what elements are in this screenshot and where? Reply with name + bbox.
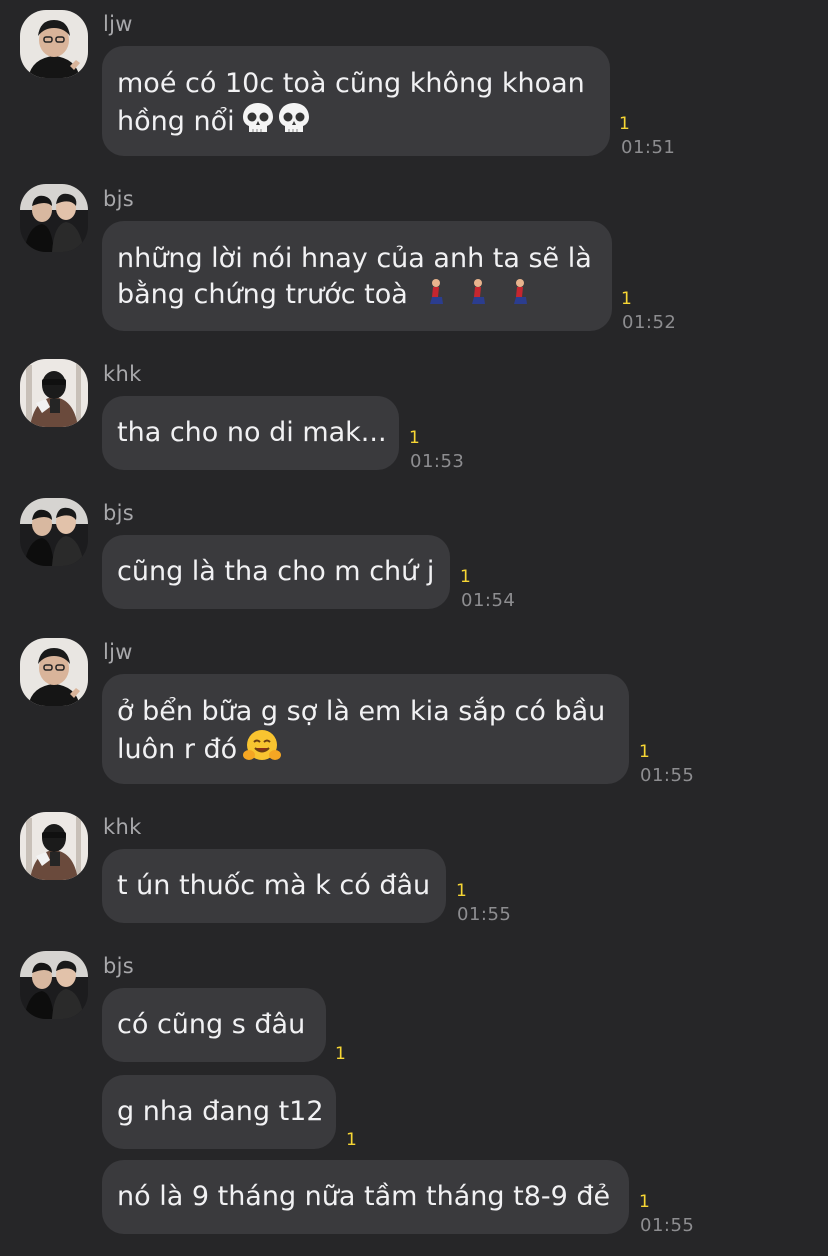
sender-name: bjs xyxy=(103,187,135,211)
chat-thread: ljw moé có 10c toà cũng không khoan hồng… xyxy=(0,0,828,1256)
sender-name: bjs xyxy=(103,954,135,978)
sender-name: khk xyxy=(103,815,142,839)
hugging-face-emoji-icon xyxy=(243,729,282,772)
message-bubble[interactable]: có cũng s đâu xyxy=(102,988,326,1062)
message-bubble[interactable]: t ún thuốc mà k có đâu xyxy=(102,849,446,923)
unread-count: 1 xyxy=(346,1130,357,1150)
message-text-line: cũng là tha cho m chứ j xyxy=(117,556,435,587)
message-bubble[interactable]: cũng là tha cho m chứ j xyxy=(102,535,450,609)
avatar-ljw[interactable] xyxy=(20,10,88,78)
message-bubble[interactable]: nó là 9 tháng nữa tầm tháng t8-9 đẻ xyxy=(102,1160,629,1234)
unread-count: 1 xyxy=(639,742,650,762)
avatar-bjs[interactable] xyxy=(20,184,88,252)
message-text-line: có cũng s đâu xyxy=(117,1009,306,1040)
message-text-line: moé có 10c toà cũng không khoan xyxy=(117,68,585,99)
unread-count: 1 xyxy=(460,567,471,587)
unread-count: 1 xyxy=(621,289,632,309)
message-time: 01:53 xyxy=(410,451,465,472)
message-time: 01:55 xyxy=(640,1215,695,1236)
kneeling-person-emoji-icon xyxy=(414,276,534,315)
message-bubble[interactable]: ở bển bữa g sợ là em kia sắp có bầu luôn… xyxy=(102,674,629,784)
message-time: 01:54 xyxy=(461,590,516,611)
unread-count: 1 xyxy=(619,114,630,134)
message-time: 01:52 xyxy=(622,312,677,333)
message-bubble[interactable]: moé có 10c toà cũng không khoan hồng nổi xyxy=(102,46,610,156)
message-bubble[interactable]: tha cho no di mak... xyxy=(102,396,399,470)
message-text-line: luôn r đó xyxy=(117,729,629,772)
message-bubble[interactable]: những lời nói hnay của anh ta sẽ là bằng… xyxy=(102,221,612,331)
sender-name: ljw xyxy=(103,640,133,664)
message-text-line: bằng chứng trước toà xyxy=(117,276,612,315)
message-text-line: nó là 9 tháng nữa tầm tháng t8-9 đẻ xyxy=(117,1181,611,1212)
avatar-bjs[interactable] xyxy=(20,498,88,566)
sender-name: khk xyxy=(103,362,142,386)
message-text-line: tha cho no di mak... xyxy=(117,417,387,448)
unread-count: 1 xyxy=(335,1044,346,1064)
message-time: 01:51 xyxy=(621,137,676,158)
message-bubble[interactable]: g nha đang t12 xyxy=(102,1075,336,1149)
avatar-khk[interactable] xyxy=(20,359,88,427)
avatar-bjs[interactable] xyxy=(20,951,88,1019)
unread-count: 1 xyxy=(409,428,420,448)
unread-count: 1 xyxy=(456,881,467,901)
message-text-line: t ún thuốc mà k có đâu xyxy=(117,870,431,901)
message-time: 01:55 xyxy=(640,765,695,786)
sender-name: ljw xyxy=(103,12,133,36)
message-text-line: ở bển bữa g sợ là em kia sắp có bầu xyxy=(117,696,606,727)
unread-count: 1 xyxy=(639,1192,650,1212)
avatar-ljw[interactable] xyxy=(20,638,88,706)
message-text-line: những lời nói hnay của anh ta sẽ là xyxy=(117,243,592,274)
message-time: 01:55 xyxy=(457,904,512,925)
sender-name: bjs xyxy=(103,501,135,525)
message-text-line: hồng nổi xyxy=(117,101,610,144)
message-text-line: g nha đang t12 xyxy=(117,1096,324,1127)
avatar-khk[interactable] xyxy=(20,812,88,880)
skull-emoji-icon xyxy=(241,101,311,144)
